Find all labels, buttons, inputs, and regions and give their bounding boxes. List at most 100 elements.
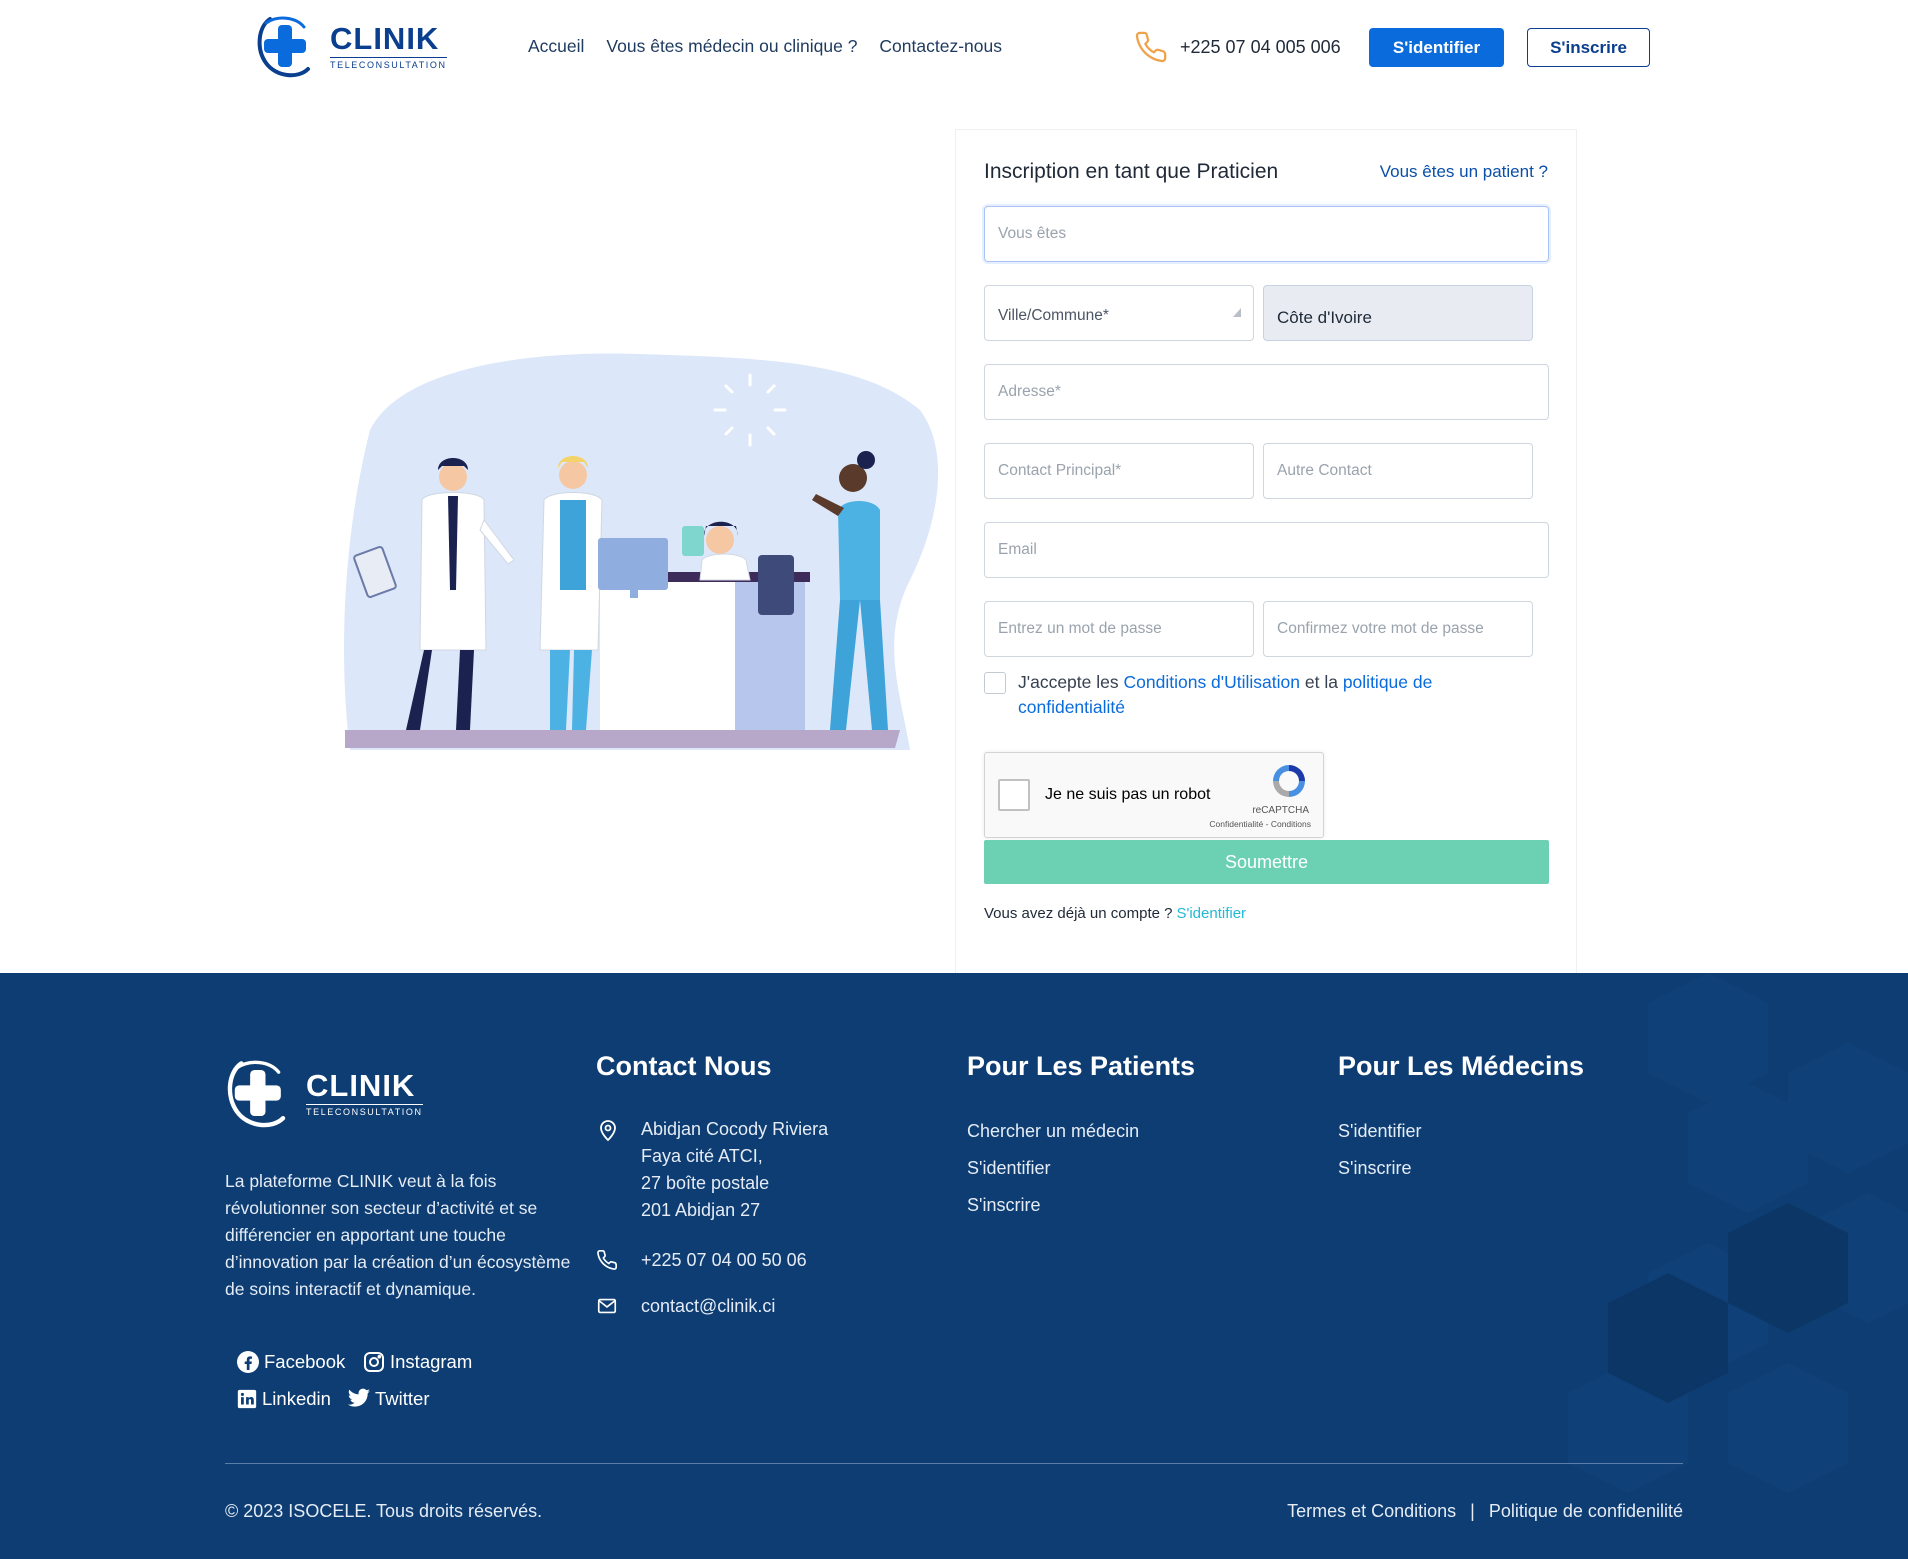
footer-brand-subtitle: TELECONSULTATION xyxy=(306,1103,423,1117)
doctor-login-link[interactable]: S'identifier xyxy=(1338,1121,1421,1142)
address-field[interactable] xyxy=(984,364,1549,420)
footer-patients-title: Pour Les Patients xyxy=(967,1051,1196,1081)
footer-contact-title: Contact Nous xyxy=(596,1051,772,1081)
footer-address: Abidjan Cocody Riviera Faya cité ATCI, 2… xyxy=(596,1116,828,1224)
facebook-label: Facebook xyxy=(264,1351,346,1372)
facebook-icon xyxy=(237,1351,259,1373)
select-arrow-icon xyxy=(1233,308,1241,317)
linkedin-icon xyxy=(237,1389,257,1409)
find-doctor-link[interactable]: Chercher un médecin xyxy=(967,1121,1139,1142)
nav-item-doctor-clinic[interactable]: Vous êtes médecin ou clinique ? xyxy=(606,36,857,57)
address-line-3: 27 boîte postale xyxy=(641,1173,770,1193)
header-phone[interactable]: +225 07 04 005 006 xyxy=(1134,30,1341,64)
footer-doctors-column: Pour Les Médecins xyxy=(1338,1051,1584,1082)
terms-conditions-link[interactable]: Termes et Conditions xyxy=(1287,1501,1456,1522)
footer-email-address: contact@clinik.ci xyxy=(641,1296,776,1316)
register-button[interactable]: S'inscrire xyxy=(1527,28,1650,67)
password-field[interactable] xyxy=(984,601,1254,657)
instagram-label: Instagram xyxy=(390,1351,473,1372)
patient-login-link[interactable]: S'identifier xyxy=(967,1158,1139,1179)
site-footer: CLINIK TELECONSULTATION La plateforme CL… xyxy=(0,973,1908,1559)
brand-name: CLINIK xyxy=(330,20,440,56)
recaptcha-links[interactable]: Confidentialité - Conditions xyxy=(1209,819,1311,829)
footer-patients-column: Pour Les Patients xyxy=(967,1051,1195,1082)
footer-legal-links: Termes et Conditions | Politique de conf… xyxy=(1287,1501,1683,1522)
nav-item-home[interactable]: Accueil xyxy=(528,36,584,57)
doctors-illustration xyxy=(344,353,939,750)
site-header: CLINIK TELECONSULTATION Accueil Vous ête… xyxy=(0,0,1908,96)
password-confirm-input[interactable] xyxy=(1277,620,1532,638)
address-input[interactable] xyxy=(998,383,1548,401)
recaptcha-label: Je ne suis pas un robot xyxy=(1045,786,1211,803)
email-input[interactable] xyxy=(998,541,1548,559)
address-line-4: 201 Abidjan 27 xyxy=(641,1200,761,1220)
instagram-link[interactable]: Instagram xyxy=(362,1350,472,1374)
city-select-placeholder: Ville/Commune* xyxy=(998,307,1109,324)
footer-brand-name: CLINIK xyxy=(306,1067,416,1103)
password-input[interactable] xyxy=(998,620,1253,638)
twitter-icon xyxy=(348,1388,370,1407)
registration-card: Inscription en tant que Praticien Vous ê… xyxy=(955,129,1577,974)
doctor-register-link[interactable]: S'inscrire xyxy=(1338,1158,1421,1179)
patient-switch-link[interactable]: Vous êtes un patient ? xyxy=(1380,162,1548,182)
medical-cross-logo-icon xyxy=(257,16,310,78)
country-field[interactable]: Côte d'Ivoire xyxy=(1263,285,1533,341)
footer-phone[interactable]: +225 07 04 00 50 06 xyxy=(596,1247,807,1274)
contact-main-field[interactable] xyxy=(984,443,1254,499)
twitter-label: Twitter xyxy=(375,1388,430,1409)
contact-main-input[interactable] xyxy=(998,462,1253,480)
copyright-text: © 2023 ISOCELE. Tous droits réservés. xyxy=(225,1501,543,1521)
nav-item-contact[interactable]: Contactez-nous xyxy=(879,36,1002,57)
mail-icon xyxy=(597,1298,617,1314)
phone-icon xyxy=(1135,31,1167,63)
city-select[interactable]: Ville/Commune* xyxy=(984,285,1254,341)
address-line-1: Abidjan Cocody Riviera xyxy=(641,1119,829,1139)
terms-middle: et la xyxy=(1304,672,1338,692)
terms-of-use-link[interactable]: Conditions d'Utilisation xyxy=(1124,672,1301,692)
submit-button[interactable]: Soumettre xyxy=(984,840,1549,884)
header-phone-number: +225 07 04 005 006 xyxy=(1180,36,1341,57)
footer-about-text: La plateforme CLINIK veut à la fois révo… xyxy=(225,1171,571,1299)
phone-icon xyxy=(597,1250,617,1270)
footer-patients-links: Chercher un médecin S'identifier S'inscr… xyxy=(967,1121,1139,1232)
login-button[interactable]: S'identifier xyxy=(1369,28,1504,67)
footer-divider xyxy=(225,1463,1683,1464)
terms-prefix: J'accepte les xyxy=(1018,672,1119,692)
recaptcha-logo-icon xyxy=(1273,765,1305,797)
twitter-link[interactable]: Twitter xyxy=(347,1388,429,1410)
patient-register-link[interactable]: S'inscrire xyxy=(967,1195,1139,1216)
has-account-text: Vous avez déjà un compte ? xyxy=(984,905,1173,922)
instagram-icon xyxy=(364,1352,384,1372)
form-title: Inscription en tant que Praticien xyxy=(984,160,1279,183)
footer-doctors-links: S'identifier S'inscrire xyxy=(1338,1121,1421,1195)
recaptcha-widget: Je ne suis pas un robot reCAPTCHA Confid… xyxy=(984,752,1324,838)
password-confirm-field[interactable] xyxy=(1263,601,1533,657)
contact-other-field[interactable] xyxy=(1263,443,1533,499)
footer-contact-column: Contact Nous xyxy=(596,1051,772,1082)
login-link[interactable]: S'identifier xyxy=(1176,905,1246,922)
footer-phone-number: +225 07 04 00 50 06 xyxy=(641,1250,807,1270)
country-value: Côte d'Ivoire xyxy=(1277,308,1372,327)
footer-doctors-title: Pour Les Médecins xyxy=(1338,1051,1585,1081)
linkedin-link[interactable]: Linkedin xyxy=(236,1388,331,1410)
location-pin-icon xyxy=(600,1120,616,1142)
email-field[interactable] xyxy=(984,522,1549,578)
address-line-2: Faya cité ATCI, xyxy=(641,1146,763,1166)
terms-checkbox[interactable] xyxy=(984,672,1006,694)
role-input[interactable] xyxy=(998,225,1548,243)
recaptcha-checkbox[interactable] xyxy=(998,779,1030,811)
legal-separator: | xyxy=(1470,1501,1475,1521)
linkedin-label: Linkedin xyxy=(262,1388,331,1409)
medical-cross-logo-icon xyxy=(227,1060,286,1128)
contact-other-input[interactable] xyxy=(1277,462,1532,480)
facebook-link[interactable]: Facebook xyxy=(236,1350,345,1374)
main-nav: Accueil Vous êtes médecin ou clinique ? … xyxy=(528,36,1002,57)
privacy-policy-footer-link[interactable]: Politique de confidenilité xyxy=(1489,1501,1683,1522)
footer-email[interactable]: contact@clinik.ci xyxy=(596,1293,775,1320)
recaptcha-brand: reCAPTCHA xyxy=(1252,805,1309,816)
brand-subtitle: TELECONSULTATION xyxy=(330,56,447,70)
brand-logo[interactable]: CLINIK TELECONSULTATION xyxy=(256,10,447,82)
role-select[interactable] xyxy=(984,206,1549,262)
terms-consent: J'accepte les Conditions d'Utilisation e… xyxy=(984,670,1544,720)
footer-brand-logo[interactable]: CLINIK TELECONSULTATION xyxy=(226,1055,423,1131)
